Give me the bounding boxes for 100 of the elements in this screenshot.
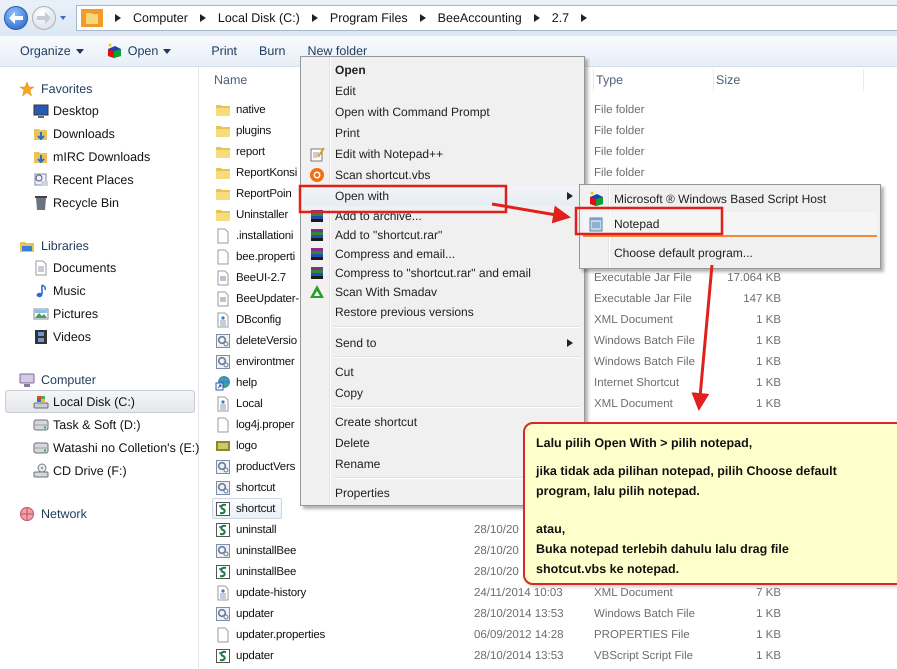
nav-item[interactable]: mIRC Downloads	[5, 145, 195, 168]
menu-item[interactable]: Copy	[304, 382, 581, 403]
file-item[interactable]: log4j.proper	[212, 414, 302, 435]
nav-section[interactable]: Network	[0, 503, 198, 524]
menu-item[interactable]: Cut	[304, 361, 581, 382]
file-item[interactable]: plugins	[212, 120, 278, 141]
document-icon	[215, 584, 231, 600]
file-item[interactable]: logo	[212, 435, 264, 456]
menu-item[interactable]: Scan With Smadav	[304, 282, 581, 301]
toolbar-button[interactable]: Open	[98, 40, 180, 62]
file-item[interactable]: native	[212, 99, 272, 120]
menu-item[interactable]: Microsoft ® Windows Based Script Host	[583, 187, 877, 212]
file-size: 1 KB	[756, 628, 781, 640]
file-item[interactable]: report	[212, 141, 272, 162]
menu-item[interactable]: Add to "shortcut.rar"	[304, 225, 581, 244]
nav-section[interactable]: Computer	[0, 369, 198, 390]
menu-item[interactable]: Compress to "shortcut.rar" and email	[304, 263, 581, 282]
nav-item[interactable]: Recent Places	[5, 168, 195, 191]
file-name: update-history	[236, 586, 306, 598]
menu-item[interactable]: Notepad	[583, 212, 877, 237]
chevron-icon	[581, 14, 588, 22]
gear-file-icon	[215, 354, 231, 370]
nav-item[interactable]: CD Drive (F:)	[5, 459, 195, 482]
file-item[interactable]: updater	[212, 645, 281, 666]
file-item[interactable]: uninstallBee	[212, 540, 304, 561]
menu-item[interactable]: Choose default program...	[583, 241, 877, 266]
menu-item[interactable]: Edit	[304, 80, 581, 101]
toolbar-button[interactable]: New folder	[299, 41, 376, 61]
file-item[interactable]: uninstallBee	[212, 561, 304, 582]
nav-section[interactable]: Libraries	[0, 235, 198, 256]
file-item[interactable]: bee.properti	[212, 246, 302, 267]
cube-icon	[588, 190, 604, 206]
film-icon	[33, 328, 49, 344]
file-size: 7 KB	[756, 586, 781, 598]
nav-item[interactable]: Downloads	[5, 122, 195, 145]
menu-item[interactable]: Restore previous versions	[304, 301, 581, 322]
nav-section[interactable]: Favorites	[0, 78, 198, 99]
notepad-icon	[588, 216, 604, 232]
menu-item[interactable]: Open	[304, 59, 581, 80]
column-header[interactable]: Name	[214, 73, 248, 87]
file-item[interactable]: update-history	[212, 582, 314, 603]
file-item[interactable]: help	[212, 372, 264, 393]
nav-item[interactable]: Music	[5, 279, 195, 302]
file-name: plugins	[236, 124, 272, 136]
recent-places-icon	[33, 172, 49, 188]
file-item[interactable]: deleteVersio	[212, 330, 304, 351]
nav-item[interactable]: Desktop	[5, 99, 195, 122]
file-item[interactable]: shortcut	[212, 477, 282, 498]
column-header[interactable]: Type	[596, 73, 624, 87]
file-name: updater	[236, 650, 274, 662]
menu-item[interactable]: Edit with Notepad++	[304, 143, 581, 164]
file-item[interactable]: uninstall	[212, 519, 284, 540]
file-name: logo	[236, 440, 257, 452]
file-item[interactable]: BeeUI-2.7	[212, 267, 293, 288]
breadcrumb[interactable]: 2.7	[552, 11, 570, 25]
address-bar[interactable]: Computer Local Disk (C:) Program Files BeeAccounting 2.7	[76, 5, 897, 31]
file-name: Uninstaller	[236, 208, 288, 220]
submenu-arrow-icon	[567, 192, 573, 200]
file-item[interactable]: DBconfig	[212, 309, 288, 330]
toolbar-button[interactable]: Burn	[251, 41, 294, 61]
nav-item[interactable]: Pictures	[5, 302, 195, 325]
nav-item[interactable]: Recycle Bin	[5, 191, 195, 214]
menu-item[interactable]: Scan shortcut.vbs	[304, 164, 581, 185]
menu-item[interactable]: Send to	[304, 332, 581, 353]
script-icon	[215, 648, 231, 664]
breadcrumb[interactable]: BeeAccounting	[438, 11, 522, 25]
breadcrumb[interactable]: Local Disk (C:)	[218, 11, 300, 25]
nav-item[interactable]: Documents	[5, 256, 195, 279]
file-item[interactable]: .installationi	[212, 225, 300, 246]
file-icon	[215, 228, 231, 244]
image-file-icon	[215, 270, 231, 286]
menu-item[interactable]: Compress and email...	[304, 244, 581, 263]
menu-item[interactable]: Open with Command Prompt	[304, 101, 581, 122]
menu-item[interactable]: Print	[304, 122, 581, 143]
file-name: native	[236, 104, 266, 116]
file-item[interactable]: Uninstaller	[212, 204, 296, 225]
file-item[interactable]: ReportKonsi	[212, 162, 304, 183]
column-header[interactable]: Size	[716, 73, 740, 87]
drive-icon	[33, 394, 49, 410]
nav-item[interactable]: Local Disk (C:)	[5, 390, 195, 413]
file-name: BeeUI-2.7	[236, 272, 286, 284]
file-item[interactable]: updater.properties	[212, 624, 332, 645]
file-name: ReportKonsi	[236, 166, 298, 178]
nav-item[interactable]: Videos	[5, 325, 195, 348]
file-item[interactable]: environtmer	[212, 351, 302, 372]
file-item[interactable]: Local	[212, 393, 270, 414]
toolbar-button[interactable]: Print	[203, 41, 246, 61]
file-item[interactable]: updater	[212, 603, 281, 624]
file-type: Executable Jar File	[594, 292, 692, 304]
file-item[interactable]: BeeUpdater-	[212, 288, 306, 309]
date-modified: 24/11/2014 10:03	[474, 586, 563, 598]
file-item[interactable]: shortcut	[212, 498, 282, 519]
toolbar-button[interactable]: Organize	[12, 41, 92, 61]
file-item[interactable]: productVers	[212, 456, 302, 477]
breadcrumb[interactable]: Program Files	[330, 11, 408, 25]
file-item[interactable]: ReportPoin	[212, 183, 299, 204]
breadcrumb[interactable]: Computer	[133, 11, 188, 25]
nav-item[interactable]: Task & Soft (D:)	[5, 413, 195, 436]
back-button[interactable]	[4, 6, 28, 30]
image-file-icon	[215, 290, 231, 306]
